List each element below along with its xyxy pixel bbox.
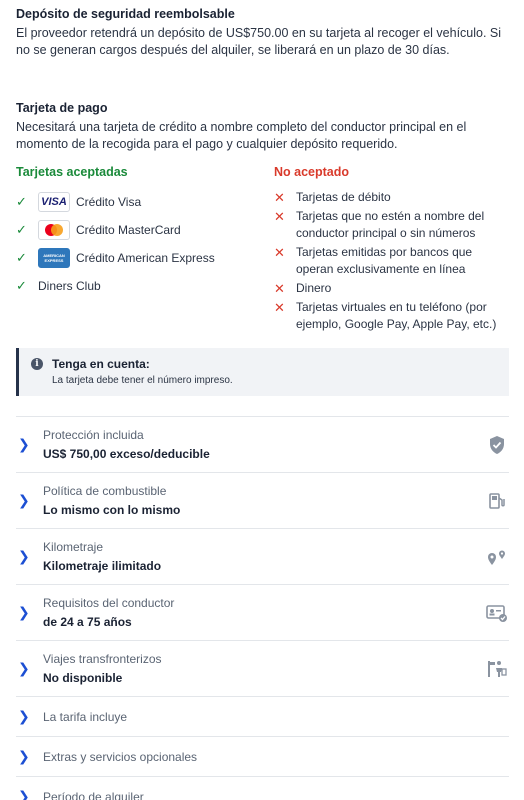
rejected-label: Tarjetas virtuales en tu teléfono (por e… xyxy=(296,300,497,331)
deposit-text: El proveedor retendrá un depósito de US$… xyxy=(16,26,502,57)
accordion-text: Extras y servicios opcionales xyxy=(43,750,509,764)
accordion-label: Política de combustible xyxy=(43,484,167,498)
accepted-item-amex: ✓ AMERICAN EXPRESS Crédito American Expr… xyxy=(16,244,274,272)
accordion-row-extras[interactable]: ❯ Extras y servicios opcionales xyxy=(16,737,509,777)
accepted-cards-column: Tarjetas aceptadas ✓ VISA Crédito Visa ✓… xyxy=(16,165,274,335)
rental-conditions-page: Depósito de seguridad reembolsable El pr… xyxy=(0,0,524,800)
accepted-heading: Tarjetas aceptadas xyxy=(16,165,128,179)
accepted-item-diners: ✓ Diners Club xyxy=(16,272,274,300)
check-icon: ✓ xyxy=(16,222,27,237)
chevron-right-icon: ❯ xyxy=(18,548,30,564)
details-accordion: ❯ Protección incluida US$ 750,00 exceso/… xyxy=(16,416,509,800)
shield-check-icon xyxy=(485,435,509,455)
accordion-text: Protección incluida US$ 750,00 exceso/de… xyxy=(43,428,485,461)
chevron-right-icon: ❯ xyxy=(18,660,30,676)
accordion-value: Kilometraje ilimitado xyxy=(43,559,162,573)
accepted-item-visa: ✓ VISA Crédito Visa xyxy=(16,188,274,216)
accordion-row-rate-includes[interactable]: ❯ La tarifa incluye xyxy=(16,697,509,737)
chevron-right-icon: ❯ xyxy=(18,788,30,800)
cross-icon: ✕ xyxy=(274,281,285,296)
cross-icon: ✕ xyxy=(274,209,285,224)
check-icon: ✓ xyxy=(16,278,27,293)
amex-logo-text: AMERICAN EXPRESS xyxy=(43,253,65,263)
rejected-cards-column: No aceptado ✕ Tarjetas de débito ✕ Tarje… xyxy=(274,165,509,335)
cross-icon: ✕ xyxy=(274,300,285,315)
accordion-text: Política de combustible Lo mismo con lo … xyxy=(43,484,485,517)
deposit-section: Depósito de seguridad reembolsable El pr… xyxy=(16,0,509,59)
accordion-row-rental-period[interactable]: ❯ Período de alquiler xyxy=(16,777,509,800)
rejected-label: Tarjetas emitidas por bancos que operan … xyxy=(296,245,473,276)
border-person-icon xyxy=(485,659,509,679)
cross-icon: ✕ xyxy=(274,245,285,260)
accordion-row-protection[interactable]: ❯ Protección incluida US$ 750,00 exceso/… xyxy=(16,417,509,473)
accordion-label: Protección incluida xyxy=(43,428,144,442)
notice-title: Tenga en cuenta: xyxy=(52,357,150,371)
accepted-item-mastercard: ✓ Crédito MasterCard xyxy=(16,216,274,244)
card-acceptance: Tarjetas aceptadas ✓ VISA Crédito Visa ✓… xyxy=(16,165,509,335)
rejected-heading: No aceptado xyxy=(274,165,350,179)
accordion-text: Requisitos del conductor de 24 a 75 años xyxy=(43,596,485,629)
amex-logo: AMERICAN EXPRESS xyxy=(38,248,70,268)
id-card-icon xyxy=(485,603,509,623)
accepted-label: Crédito MasterCard xyxy=(76,223,181,237)
chevron-right-icon: ❯ xyxy=(18,604,30,620)
accordion-label: La tarifa incluye xyxy=(43,709,128,724)
deposit-title: Depósito de seguridad reembolsable xyxy=(16,7,235,21)
accordion-row-driver[interactable]: ❯ Requisitos del conductor de 24 a 75 añ… xyxy=(16,585,509,641)
accordion-label: Extras y servicios opcionales xyxy=(43,749,198,764)
payment-section: Tarjeta de pago Necesitará una tarjeta d… xyxy=(16,59,509,153)
rejected-item: ✕ Tarjetas que no estén a nombre del con… xyxy=(274,208,509,242)
accordion-text: Kilometraje Kilometraje ilimitado xyxy=(43,540,485,573)
route-pins-icon xyxy=(485,547,509,567)
accordion-text: La tarifa incluye xyxy=(43,710,509,724)
accordion-row-mileage[interactable]: ❯ Kilometraje Kilometraje ilimitado xyxy=(16,529,509,585)
fuel-pump-icon xyxy=(485,491,509,511)
chevron-right-icon: ❯ xyxy=(18,708,30,724)
cross-icon: ✕ xyxy=(274,190,285,205)
rejected-label: Tarjetas de débito xyxy=(296,190,391,204)
payment-text: Necesitará una tarjeta de crédito a nomb… xyxy=(16,120,467,151)
visa-logo: VISA xyxy=(38,192,70,212)
accordion-value: No disponible xyxy=(43,671,123,685)
accordion-text: Viajes transfronterizos No disponible xyxy=(43,652,485,685)
payment-title: Tarjeta de pago xyxy=(16,101,108,115)
chevron-right-icon: ❯ xyxy=(18,492,30,508)
accepted-label: Crédito Visa xyxy=(76,195,142,209)
accordion-label: Viajes transfronterizos xyxy=(43,652,162,666)
rejected-label: Tarjetas que no estén a nombre del condu… xyxy=(296,209,485,240)
notice-box: i Tenga en cuenta: La tarjeta debe tener… xyxy=(16,348,509,396)
accordion-value: US$ 750,00 exceso/deducible xyxy=(43,447,210,461)
rejected-item: ✕ Tarjetas virtuales en tu teléfono (por… xyxy=(274,299,509,333)
accordion-value: de 24 a 75 años xyxy=(43,615,132,629)
accordion-row-fuel[interactable]: ❯ Política de combustible Lo mismo con l… xyxy=(16,473,509,529)
mastercard-logo xyxy=(38,220,70,240)
rejected-item: ✕ Tarjetas emitidas por bancos que opera… xyxy=(274,244,509,278)
notice-text: La tarjeta debe tener el número impreso. xyxy=(52,375,233,386)
notice-header: i Tenga en cuenta: xyxy=(31,357,499,371)
chevron-right-icon: ❯ xyxy=(18,436,30,452)
mastercard-circles xyxy=(45,224,63,236)
chevron-right-icon: ❯ xyxy=(18,748,30,764)
accordion-label: Requisitos del conductor xyxy=(43,596,175,610)
rejected-item: ✕ Dinero xyxy=(274,280,509,297)
info-icon: i xyxy=(31,358,43,370)
accordion-label: Período de alquiler xyxy=(43,789,144,800)
visa-logo-text: VISA xyxy=(41,196,67,208)
accordion-text: Período de alquiler xyxy=(43,790,509,800)
accordion-value: Lo mismo con lo mismo xyxy=(43,503,181,517)
check-icon: ✓ xyxy=(16,250,27,265)
accepted-label: Diners Club xyxy=(38,279,101,293)
check-icon: ✓ xyxy=(16,194,27,209)
rejected-item: ✕ Tarjetas de débito xyxy=(274,189,509,206)
rejected-label: Dinero xyxy=(296,281,332,295)
accordion-row-crossborder[interactable]: ❯ Viajes transfronterizos No disponible xyxy=(16,641,509,697)
accepted-label: Crédito American Express xyxy=(76,251,215,265)
accordion-label: Kilometraje xyxy=(43,540,104,554)
